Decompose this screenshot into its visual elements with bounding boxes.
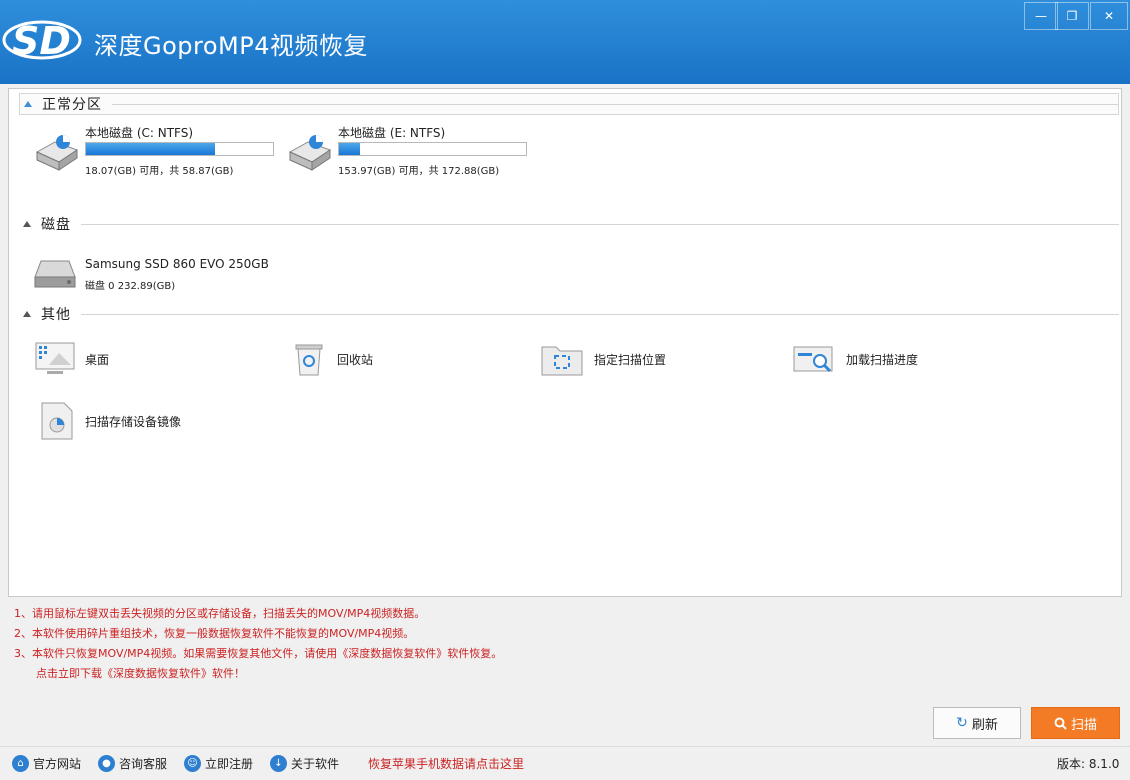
register-label: 立即注册 [205, 757, 254, 771]
partition-size: 153.97(GB) 可用，共 172.88(GB) [338, 166, 500, 177]
section-others[interactable]: 其他 [19, 303, 1119, 325]
instruction-line: 1、请用鼠标左键双击丢失视频的分区或存储设备，扫描丢失的MOV/MP4视频数据。 [14, 607, 426, 620]
usage-bar [338, 142, 527, 156]
collapse-icon[interactable] [23, 311, 31, 317]
scan-location-item[interactable]: 指定扫描位置 [540, 341, 666, 377]
chat-icon: ● [98, 755, 115, 772]
about-link[interactable]: ↓ 关于软件 [270, 755, 339, 772]
partition-label: 本地磁盘 (C: NTFS) [85, 126, 194, 140]
app-logo: SD [2, 19, 82, 63]
section-title: 其他 [41, 307, 71, 323]
item-label: 加载扫描进度 [846, 352, 919, 367]
apple-recovery-link[interactable]: 恢复苹果手机数据请点击这里 [368, 755, 524, 772]
website-label: 官方网站 [33, 757, 82, 771]
app-title: 深度GoproMP4视频恢复 [94, 32, 368, 60]
partition-c[interactable]: 本地磁盘 (C: NTFS) 18.07(GB) 可用，共 58.87(GB) [33, 124, 283, 177]
refresh-label: 刷新 [971, 717, 998, 733]
hard-drive-icon [288, 135, 332, 171]
item-label: 回收站 [337, 352, 374, 367]
usage-bar [85, 142, 274, 156]
disk-size: 磁盘 0 232.89(GB) [85, 281, 176, 292]
folder-scan-icon [541, 346, 583, 376]
desktop-item[interactable]: 桌面 [35, 341, 109, 377]
section-title: 正常分区 [42, 97, 102, 113]
desktop-icon [35, 342, 75, 374]
partition-size: 18.07(GB) 可用，共 58.87(GB) [85, 166, 234, 177]
partition-label: 本地磁盘 (E: NTFS) [338, 126, 446, 140]
recycle-bin-item[interactable]: 回收站 [291, 341, 373, 377]
load-scan-icon [793, 346, 833, 373]
search-icon [1054, 717, 1067, 730]
disk-label: Samsung SSD 860 EVO 250GB [85, 257, 269, 271]
main-panel: 正常分区 本地磁盘 (C: NTFS) 18.07(GB) 可用，共 58.87… [8, 88, 1122, 597]
collapse-icon[interactable] [24, 101, 32, 107]
section-title: 磁盘 [41, 217, 71, 233]
refresh-button[interactable]: ↻ 刷新 [933, 707, 1021, 739]
support-label: 咨询客服 [119, 757, 168, 771]
recycle-bin-icon [295, 344, 323, 376]
item-label: 桌面 [85, 352, 110, 367]
home-icon: ⌂ [12, 755, 29, 772]
close-button[interactable]: ✕ [1090, 2, 1128, 30]
support-link[interactable]: ● 咨询客服 [98, 755, 167, 772]
title-bar: SD 深度GoproMP4视频恢复 — ❐ ✕ [0, 0, 1130, 84]
item-label: 指定扫描位置 [594, 352, 667, 367]
instruction-line: 3、本软件只恢复MOV/MP4视频。如果需要恢复其他文件，请使用《深度数据恢复软… [14, 647, 503, 660]
status-bar: ⌂ 官方网站 ● 咨询客服 ☺ 立即注册 ↓ 关于软件 恢复苹果手机数据请点击这… [0, 746, 1130, 780]
instruction-line: 2、本软件使用碎片重组技术，恢复一般数据恢复软件不能恢复的MOV/MP4视频。 [14, 627, 415, 640]
usage-bar-fill [339, 143, 360, 155]
disk-image-item[interactable]: 扫描存储设备镜像 [39, 401, 181, 441]
website-link[interactable]: ⌂ 官方网站 [12, 755, 81, 772]
restore-icon: ❐ [1066, 9, 1078, 23]
partition-e[interactable]: 本地磁盘 (E: NTFS) 153.97(GB) 可用，共 172.88(GB… [286, 124, 536, 177]
item-label: 扫描存储设备镜像 [85, 414, 182, 429]
hard-drive-icon [35, 135, 79, 171]
user-icon: ☺ [184, 755, 201, 772]
scan-button[interactable]: 扫描 [1031, 707, 1120, 739]
register-link[interactable]: ☺ 立即注册 [184, 755, 253, 772]
load-progress-item[interactable]: 加载扫描进度 [792, 341, 918, 377]
disk-image-icon [41, 402, 73, 440]
scan-label: 扫描 [1070, 717, 1097, 733]
about-label: 关于软件 [291, 757, 340, 771]
collapse-icon[interactable] [23, 221, 31, 227]
download-link[interactable]: 点击立即下载《深度数据恢复软件》软件！ [14, 664, 502, 684]
ssd-icon [34, 260, 76, 288]
restore-button[interactable]: ❐ [1055, 2, 1089, 30]
close-icon: ✕ [1103, 9, 1115, 23]
section-disks[interactable]: 磁盘 [19, 213, 1119, 235]
disk-0[interactable]: Samsung SSD 860 EVO 250GB 磁盘 0 232.89(GB… [33, 255, 293, 295]
minimize-button[interactable]: — [1024, 2, 1058, 30]
usage-bar-fill [86, 143, 216, 155]
refresh-icon: ↻ [956, 715, 968, 731]
minimize-icon: — [1035, 9, 1047, 23]
version-label: 版本: 8.1.0 [1057, 757, 1120, 771]
section-partitions[interactable]: 正常分区 [19, 93, 1119, 115]
logo-text: SD [12, 19, 71, 63]
info-icon: ↓ [270, 755, 287, 772]
instructions: 1、请用鼠标左键双击丢失视频的分区或存储设备，扫描丢失的MOV/MP4视频数据。… [14, 604, 502, 684]
